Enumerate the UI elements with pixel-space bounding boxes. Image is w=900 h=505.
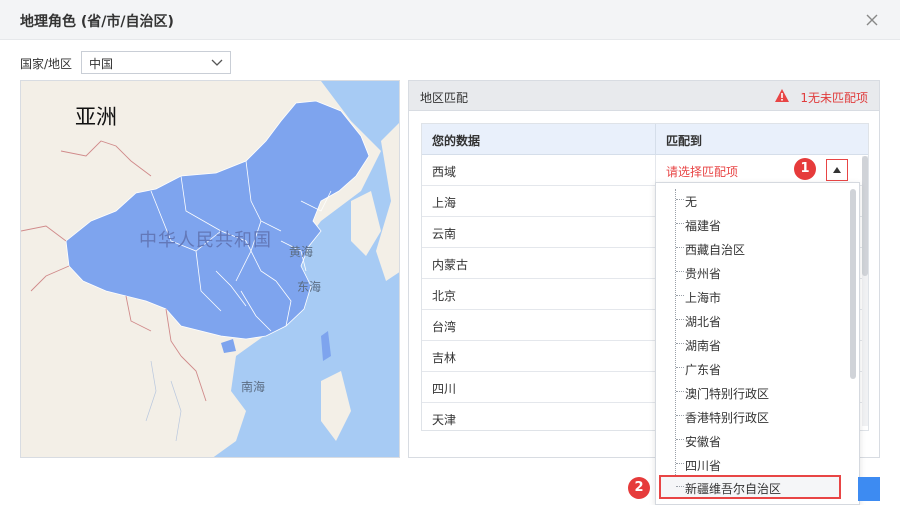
table-row: 四川 — [422, 372, 656, 403]
dropdown-option[interactable]: 上海市 — [656, 284, 848, 308]
dialog-titlebar: 地理角色 (省/市/自治区) — [0, 0, 900, 40]
chevron-down-icon — [211, 59, 223, 66]
dropdown-option[interactable]: 无 — [656, 188, 848, 212]
dropdown-option[interactable]: 湖北省 — [656, 308, 848, 332]
dropdown-option[interactable]: 贵州省 — [656, 260, 848, 284]
dropdown-option-selected[interactable]: 新疆维吾尔自治区 — [659, 475, 841, 499]
table-row: 吉林 — [422, 341, 656, 372]
table-row: 云南 — [422, 217, 656, 248]
country-value: 中国 — [89, 57, 114, 71]
country-select[interactable]: 中国 — [81, 51, 231, 74]
select-match-prompt[interactable]: 请选择匹配项 — [666, 163, 738, 180]
table-row: 上海 — [422, 186, 656, 217]
land-korea — [351, 191, 381, 256]
table-row: 内蒙古 — [422, 248, 656, 279]
yellow-sea-label: 黄海 — [289, 245, 314, 259]
dropdown-option[interactable]: 广东省 — [656, 356, 848, 380]
table-row: 北京 — [422, 279, 656, 310]
china-map — [21, 81, 399, 457]
dropdown-option[interactable]: 西藏自治区 — [656, 236, 848, 260]
triangle-up-icon — [833, 167, 841, 173]
china-label: 中华人民共和国 — [139, 230, 272, 251]
table-scrollbar[interactable] — [862, 156, 868, 426]
map-panel[interactable]: 亚洲 中华人民共和国 黄海 东海 南海 — [20, 80, 400, 458]
unmatched-count: 1无未匹配项 — [800, 91, 868, 105]
match-header: 地区匹配 1无未匹配项 — [409, 81, 879, 111]
dropdown-option[interactable]: 湖南省 — [656, 332, 848, 356]
dropdown-option[interactable]: 四川省 — [656, 452, 848, 476]
geo-role-dialog: 地理角色 (省/市/自治区) 国家/地区 中国 亚洲 中华人民共和国 黄海 东海… — [0, 0, 900, 505]
warning-icon — [775, 89, 789, 102]
asia-label: 亚洲 — [75, 105, 117, 129]
ok-button[interactable] — [858, 477, 880, 501]
table-row: 台湾 — [422, 310, 656, 341]
table-row: 西域 — [422, 155, 656, 186]
dropdown-toggle-button[interactable] — [826, 159, 848, 181]
scrollbar-thumb[interactable] — [862, 156, 868, 276]
east-sea-label: 东海 — [297, 280, 322, 294]
land-philippines — [321, 371, 351, 441]
dropdown-scrollbar-thumb[interactable] — [850, 189, 856, 379]
dropdown-option[interactable]: 安徽省 — [656, 428, 848, 452]
dropdown-option[interactable]: 澳门特别行政区 — [656, 380, 848, 404]
land-taiwan — [321, 331, 331, 361]
land-japan — [376, 123, 399, 281]
match-title: 地区匹配 — [420, 91, 469, 105]
dropdown-option[interactable]: 香港特别行政区 — [656, 404, 848, 428]
match-dropdown-list[interactable]: 无 福建省 西藏自治区 贵州省 上海市 湖北省 湖南省 广东省 澳门特别行政区 … — [655, 182, 860, 505]
south-sea-label: 南海 — [241, 380, 266, 394]
table-row: 天津 — [422, 403, 656, 430]
close-icon[interactable] — [864, 12, 880, 28]
country-label: 国家/地区 — [20, 57, 73, 71]
column-header-matched-to: 匹配到 — [656, 124, 868, 155]
dropdown-option[interactable]: 福建省 — [656, 212, 848, 236]
dialog-title: 地理角色 (省/市/自治区) — [20, 14, 174, 30]
column-header-your-data: 您的数据 — [422, 124, 656, 155]
annotation-badge-1: 1 — [794, 158, 816, 180]
annotation-badge-2: 2 — [628, 477, 650, 499]
